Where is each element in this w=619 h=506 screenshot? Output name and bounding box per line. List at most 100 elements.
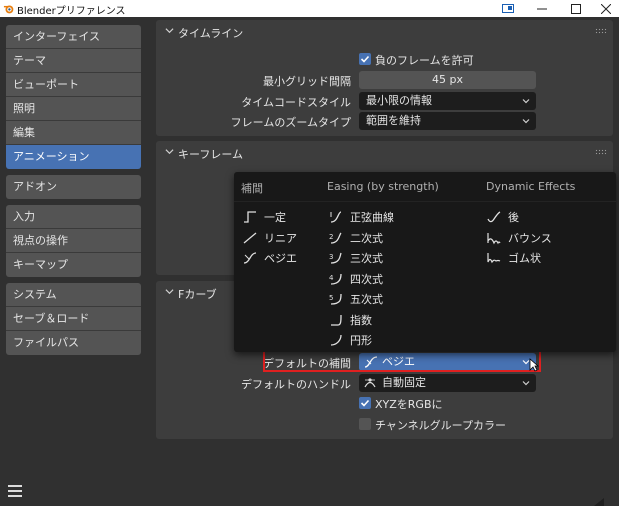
- sidebar-item-navigation[interactable]: 視点の操作: [6, 229, 141, 253]
- timeline-panel-header[interactable]: タイムライン: [156, 20, 613, 44]
- timecode-style-value: 最小限の情報: [366, 94, 432, 107]
- sidebar-item-animation[interactable]: アニメーション: [6, 145, 141, 169]
- sidebar-group-input: 入力 視点の操作 キーマップ: [6, 205, 141, 277]
- panel-title: Fカーブ: [178, 288, 217, 301]
- resize-grip-icon[interactable]: [594, 498, 604, 506]
- mouse-cursor-icon: [529, 358, 539, 372]
- menu-item-quadratic[interactable]: 2 二次式: [328, 229, 383, 247]
- menu-item-quartic[interactable]: 4 四次式: [328, 270, 383, 288]
- menu-item-bounce[interactable]: バウンス: [486, 229, 552, 247]
- menu-item-back[interactable]: 後: [486, 208, 519, 226]
- menu-item-label: 三次式: [350, 252, 383, 265]
- menu-item-label: 一定: [264, 211, 286, 224]
- interpolation-column-header: 補間: [241, 182, 263, 195]
- cubic-ease-icon: 3: [329, 252, 342, 264]
- menu-item-linear[interactable]: リニア: [242, 229, 297, 247]
- chevron-down-icon: [165, 28, 174, 34]
- sidebar-item-keymap[interactable]: キーマップ: [6, 253, 141, 277]
- default-handle-label: デフォルトのハンドル: [241, 378, 351, 391]
- preferences-sidebar: インターフェイス テーマ ビューポート 照明 編集 アニメーション アドオン 入…: [6, 25, 141, 361]
- menu-item-sine[interactable]: 正弦曲線: [328, 208, 394, 226]
- sidebar-item-addons[interactable]: アドオン: [6, 175, 141, 199]
- drag-grip-icon[interactable]: [595, 149, 607, 155]
- menu-item-cubic[interactable]: 3 三次式: [328, 249, 383, 267]
- sidebar-item-editing[interactable]: 編集: [6, 121, 141, 145]
- window-layout-button[interactable]: [490, 0, 526, 17]
- menu-item-exponential[interactable]: 指数: [328, 311, 372, 329]
- svg-text:5: 5: [329, 294, 333, 302]
- default-handle-value: 自動固定: [382, 376, 426, 389]
- sidebar-item-theme[interactable]: テーマ: [6, 49, 141, 73]
- hamburger-menu-icon[interactable]: [8, 485, 22, 497]
- elastic-ease-icon: [487, 253, 501, 264]
- frame-zoom-type-value: 範囲を維持: [366, 114, 421, 127]
- sidebar-item-file-paths[interactable]: ファイルパス: [6, 331, 141, 355]
- allow-negative-frames-label: 負のフレームを許可: [375, 54, 474, 67]
- menu-item-label: バウンス: [508, 232, 552, 245]
- close-button[interactable]: [588, 0, 619, 17]
- menu-item-bezier[interactable]: ベジエ: [242, 249, 297, 267]
- sidebar-item-interface[interactable]: インターフェイス: [6, 25, 141, 49]
- interpolation-popup-menu: 補間 Easing (by strength) Dynamic Effects …: [234, 172, 616, 352]
- xyz-to-rgb-label: XYZをRGBに: [375, 398, 443, 411]
- constant-interp-icon: [244, 211, 256, 223]
- sine-ease-icon: [330, 211, 342, 223]
- menu-item-label: 五次式: [350, 293, 383, 306]
- allow-negative-frames-checkbox[interactable]: [359, 53, 371, 65]
- highlight-box: [263, 350, 541, 372]
- sidebar-item-save-load[interactable]: セーブ＆ロード: [6, 307, 141, 331]
- drag-grip-icon[interactable]: [595, 28, 607, 34]
- dynamic-effects-column-header: Dynamic Effects: [486, 180, 576, 193]
- menu-item-label: 正弦曲線: [350, 211, 394, 224]
- menu-item-circular[interactable]: 円形: [328, 331, 372, 349]
- chevron-down-icon: [522, 99, 530, 104]
- easing-column-header: Easing (by strength): [327, 180, 439, 193]
- minimize-icon: [537, 8, 547, 9]
- panel-title: キーフレーム: [178, 148, 244, 161]
- chevron-down-icon: [522, 119, 530, 124]
- keyframes-panel-header[interactable]: キーフレーム: [156, 141, 613, 165]
- frame-zoom-type-label: フレームのズームタイプ: [230, 116, 351, 129]
- sidebar-item-system[interactable]: システム: [6, 283, 141, 307]
- sidebar-item-viewport[interactable]: ビューポート: [6, 73, 141, 97]
- circular-ease-icon: [330, 334, 342, 346]
- checkmark-icon: [360, 55, 370, 63]
- frame-zoom-type-dropdown[interactable]: 範囲を維持: [359, 112, 536, 130]
- menu-separator: [234, 201, 616, 202]
- timecode-style-dropdown[interactable]: 最小限の情報: [359, 92, 536, 110]
- xyz-to-rgb-checkbox[interactable]: [359, 397, 371, 409]
- min-grid-field[interactable]: 45 px: [359, 71, 536, 89]
- sidebar-item-lights[interactable]: 照明: [6, 97, 141, 121]
- panel-title: タイムライン: [178, 27, 244, 40]
- menu-item-label: 後: [508, 211, 519, 224]
- sidebar-group-system: システム セーブ＆ロード ファイルパス: [6, 283, 141, 355]
- quartic-ease-icon: 4: [329, 273, 342, 285]
- sidebar-item-input[interactable]: 入力: [6, 205, 141, 229]
- menu-item-quintic[interactable]: 5 五次式: [328, 290, 383, 308]
- menu-item-label: 円形: [350, 334, 372, 347]
- svg-text:3: 3: [329, 253, 333, 261]
- blender-logo-icon: [3, 5, 14, 14]
- timecode-style-label: タイムコードスタイル: [241, 96, 351, 109]
- quintic-ease-icon: 5: [329, 293, 342, 305]
- menu-item-constant[interactable]: 一定: [242, 208, 286, 226]
- bezier-interp-icon: [243, 252, 257, 264]
- auto-clamped-handle-icon: [364, 378, 376, 388]
- linear-interp-icon: [243, 232, 257, 244]
- svg-text:4: 4: [329, 274, 334, 282]
- minimize-button[interactable]: [524, 0, 560, 17]
- quadratic-ease-icon: 2: [329, 232, 342, 244]
- default-handle-dropdown[interactable]: 自動固定: [359, 374, 536, 392]
- window-layout-icon: [502, 4, 514, 13]
- menu-item-label: 二次式: [350, 232, 383, 245]
- channel-group-color-checkbox[interactable]: [359, 418, 371, 430]
- sidebar-group-addons: アドオン: [6, 175, 141, 199]
- exponential-ease-icon: [331, 314, 342, 326]
- chevron-down-icon: [522, 381, 530, 386]
- menu-item-label: リニア: [264, 232, 297, 245]
- menu-item-elastic[interactable]: ゴム状: [486, 249, 541, 267]
- window-titlebar: Blenderプリファレンス: [0, 0, 619, 17]
- menu-item-label: ゴム状: [508, 252, 541, 265]
- chevron-down-icon: [165, 289, 174, 295]
- svg-text:2: 2: [329, 233, 333, 241]
